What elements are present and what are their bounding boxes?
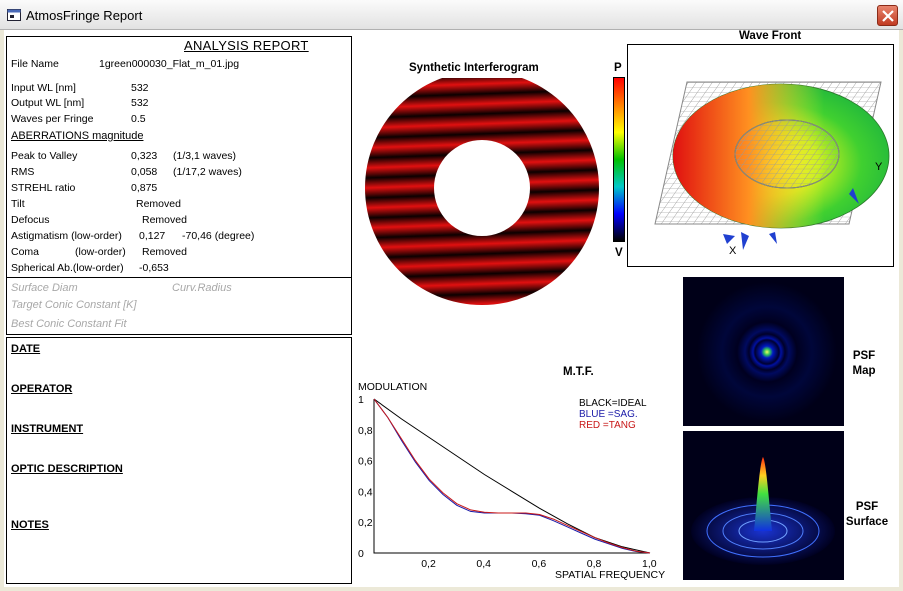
mtf-y-tick-label: 0 [358, 548, 364, 560]
output-wl-label: Output WL [nm] [11, 97, 85, 109]
tilt-label: Tilt [11, 198, 25, 210]
colorbar [613, 77, 625, 242]
spherical-value: -0,653 [139, 262, 169, 274]
close-icon [882, 10, 894, 22]
defocus-value: Removed [142, 214, 187, 226]
coma-order: (low-order) [75, 246, 126, 258]
psf-surface-label-1: PSF [855, 501, 879, 513]
output-wl-value: 532 [131, 97, 149, 109]
psf-map-label-2: Map [852, 365, 876, 377]
mtf-y-tick-label: 0,2 [358, 517, 373, 529]
mtf-x-tick-label: 0,6 [532, 558, 547, 570]
colorbar-top-label: P [614, 62, 622, 74]
ptv-label: Peak to Valley [11, 150, 78, 162]
legend-tang: RED =TANG [579, 420, 636, 431]
mtf-x-tick-label: 1,0 [642, 558, 657, 570]
mtf-y-tick-label: 0,4 [358, 486, 373, 498]
info-panel [6, 337, 352, 584]
wavefront-3d-plot: X Y [627, 44, 894, 267]
rms-value: 0,058 [131, 166, 158, 178]
strehl-label: STREHL ratio [11, 182, 76, 194]
close-button[interactable] [877, 5, 898, 26]
target-conic-label: Target Conic Constant [K] [11, 299, 137, 311]
window-title: AtmosFringe Report [26, 8, 143, 23]
app-window-icon [7, 9, 21, 21]
mtf-title: M.T.F. [563, 366, 594, 378]
curv-radius-label: Curv.Radius [172, 282, 232, 294]
mtf-y-tick-label: 0,8 [358, 425, 373, 437]
coma-value: Removed [142, 246, 187, 258]
psf-surface-label-2: Surface [845, 516, 889, 528]
notes-label: NOTES [11, 519, 49, 531]
optic-description-label: OPTIC DESCRIPTION [11, 463, 123, 475]
mtf-x-tick-label: 0,2 [421, 558, 436, 570]
psf-map-image [683, 277, 844, 426]
psf-map-label-1: PSF [852, 350, 876, 362]
aberrations-heading: ABERRATIONS magnitude [11, 130, 144, 142]
best-conic-label: Best Conic Constant Fit [11, 318, 127, 330]
defocus-label: Defocus [11, 214, 50, 226]
waves-per-fringe-value: 0.5 [131, 113, 146, 125]
astigmatism-angle: -70,46 (degree) [182, 230, 255, 242]
report-divider [6, 277, 352, 278]
mtf-x-tick-label: 0,8 [587, 558, 602, 570]
spherical-label: Spherical Ab.(low-order) [11, 262, 124, 274]
strehl-value: 0,875 [131, 182, 158, 194]
interferogram-title: Synthetic Interferogram [409, 62, 539, 74]
synthetic-interferogram [362, 78, 602, 318]
wavefront-y-label: Y [875, 161, 883, 173]
operator-label: OPERATOR [11, 383, 73, 395]
rms-label: RMS [11, 166, 35, 178]
waves-per-fringe-label: Waves per Fringe [11, 113, 94, 125]
date-label: DATE [11, 343, 41, 355]
instrument-label: INSTRUMENT [11, 423, 84, 435]
input-wl-value: 532 [131, 82, 149, 94]
title-bar: AtmosFringe Report [0, 0, 903, 30]
astigmatism-value: 0,127 [139, 230, 166, 242]
astigmatism-label: Astigmatism (low-order) [11, 230, 122, 242]
surface-diam-label: Surface Diam [11, 282, 78, 294]
wavefront-x-label: X [729, 245, 737, 257]
file-name-value: 1green000030_Flat_m_01.jpg [99, 58, 240, 70]
psf-surface-image [683, 431, 844, 580]
input-wl-label: Input WL [nm] [11, 82, 76, 94]
coma-label: Coma [11, 246, 40, 258]
ptv-value: 0,323 [131, 150, 158, 162]
colorbar-bottom-label: V [615, 247, 623, 259]
rms-waves: (1/17,2 waves) [173, 166, 242, 178]
file-name-label: File Name [11, 58, 59, 70]
mtf-y-tick-label: 0,6 [358, 456, 373, 468]
wavefront-title: Wave Front [739, 30, 802, 42]
mtf-y-tick-label: 1 [358, 394, 364, 406]
tilt-value: Removed [136, 198, 181, 210]
mtf-x-tick-label: 0,4 [476, 558, 491, 570]
report-title: ANALYSIS REPORT [184, 38, 309, 53]
ptv-waves: (1/3,1 waves) [173, 150, 237, 162]
